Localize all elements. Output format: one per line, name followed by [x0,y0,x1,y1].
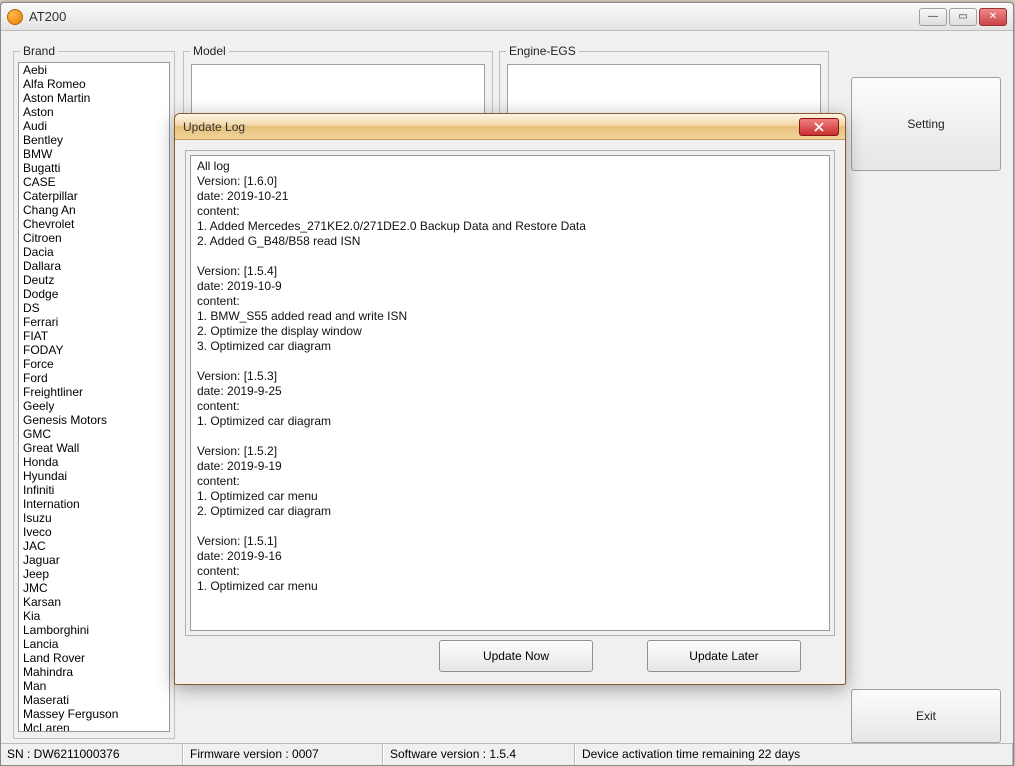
brand-item[interactable]: JMC [19,581,169,595]
brand-item[interactable]: Lamborghini [19,623,169,637]
brand-item[interactable]: Ferrari [19,315,169,329]
brand-item[interactable]: Jaguar [19,553,169,567]
status-sn: SN : DW6211000376 [1,744,183,765]
brand-label: Brand [20,44,58,58]
brand-item[interactable]: Citroen [19,231,169,245]
app-icon [7,9,23,25]
brand-item[interactable]: Aebi [19,63,169,77]
brand-item[interactable]: Mahindra [19,665,169,679]
brand-item[interactable]: GMC [19,427,169,441]
brand-item[interactable]: FODAY [19,343,169,357]
brand-item[interactable]: Force [19,357,169,371]
brand-item[interactable]: Lancia [19,637,169,651]
brand-item[interactable]: JAC [19,539,169,553]
close-icon [814,122,824,132]
dialog-close-button[interactable] [799,118,839,136]
brand-item[interactable]: Caterpillar [19,189,169,203]
brand-item[interactable]: McLaren [19,721,169,732]
brand-item[interactable]: Kia [19,609,169,623]
brand-item[interactable]: Chang An [19,203,169,217]
brand-item[interactable]: Iveco [19,525,169,539]
update-now-button[interactable]: Update Now [439,640,593,672]
dialog-body: All log Version: [1.6.0] date: 2019-10-2… [175,140,845,684]
setting-button[interactable]: Setting [851,77,1001,171]
brand-item[interactable]: Geely [19,399,169,413]
brand-item[interactable]: Jeep [19,567,169,581]
log-textarea[interactable]: All log Version: [1.6.0] date: 2019-10-2… [190,155,830,631]
statusbar: SN : DW6211000376 Firmware version : 000… [1,743,1013,765]
maximize-button[interactable]: ▭ [949,8,977,26]
brand-group: Brand AebiAlfa RomeoAston MartinAstonAud… [13,51,175,739]
status-firmware: Firmware version : 0007 [183,744,383,765]
brand-item[interactable]: Man [19,679,169,693]
minimize-button[interactable]: — [919,8,947,26]
brand-item[interactable]: CASE [19,175,169,189]
brand-item[interactable]: Honda [19,455,169,469]
brand-item[interactable]: Great Wall [19,441,169,455]
dialog-title: Update Log [183,120,799,134]
brand-item[interactable]: Bugatti [19,161,169,175]
brand-item[interactable]: Aston Martin [19,91,169,105]
brand-item[interactable]: Chevrolet [19,217,169,231]
brand-item[interactable]: Genesis Motors [19,413,169,427]
brand-item[interactable]: Dallara [19,259,169,273]
brand-item[interactable]: Ford [19,371,169,385]
brand-item[interactable]: Infiniti [19,483,169,497]
close-button[interactable]: ✕ [979,8,1007,26]
brand-item[interactable]: FIAT [19,329,169,343]
update-log-dialog: Update Log All log Version: [1.6.0] date… [174,113,846,685]
brand-item[interactable]: Audi [19,119,169,133]
brand-item[interactable]: Dacia [19,245,169,259]
brand-item[interactable]: Internation [19,497,169,511]
engine-label: Engine-EGS [506,44,579,58]
brand-item[interactable]: Alfa Romeo [19,77,169,91]
brand-item[interactable]: Aston [19,105,169,119]
brand-item[interactable]: Massey Ferguson [19,707,169,721]
exit-button[interactable]: Exit [851,689,1001,743]
window-title: AT200 [29,9,917,24]
window-controls: — ▭ ✕ [917,8,1007,26]
brand-item[interactable]: Freightliner [19,385,169,399]
brand-item[interactable]: Deutz [19,273,169,287]
brand-item[interactable]: Maserati [19,693,169,707]
log-container: All log Version: [1.6.0] date: 2019-10-2… [185,150,835,636]
brand-listbox[interactable]: AebiAlfa RomeoAston MartinAstonAudiBentl… [18,62,170,732]
brand-item[interactable]: DS [19,301,169,315]
brand-item[interactable]: Isuzu [19,511,169,525]
brand-item[interactable]: Bentley [19,133,169,147]
brand-item[interactable]: Land Rover [19,651,169,665]
status-software: Software version : 1.5.4 [383,744,575,765]
model-label: Model [190,44,229,58]
brand-item[interactable]: Dodge [19,287,169,301]
titlebar[interactable]: AT200 — ▭ ✕ [1,3,1013,31]
brand-item[interactable]: BMW [19,147,169,161]
brand-item[interactable]: Karsan [19,595,169,609]
dialog-titlebar[interactable]: Update Log [175,114,845,140]
status-activation: Device activation time remaining 22 days [575,744,1013,765]
brand-item[interactable]: Hyundai [19,469,169,483]
update-later-button[interactable]: Update Later [647,640,801,672]
